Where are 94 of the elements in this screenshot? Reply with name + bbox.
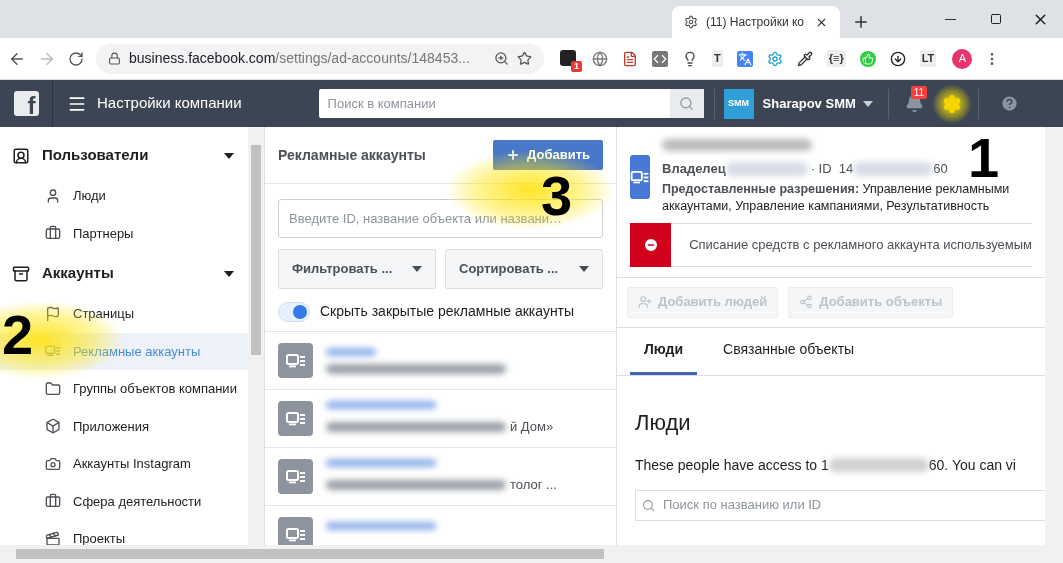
dropdown-button[interactable]: Фильтровать ... (278, 249, 436, 289)
access-text: 60. You can vi (928, 455, 1016, 475)
person-icon (45, 187, 61, 204)
lock-icon (108, 52, 121, 65)
tab-title: (11) Настройки ко (706, 14, 804, 31)
extension-icon[interactable]: T (712, 50, 723, 67)
account-description: й Дом» (510, 417, 554, 436)
sidebar-scrollbar[interactable] (248, 127, 265, 545)
caret-icon (412, 266, 422, 272)
new-tab-icon[interactable] (852, 13, 870, 31)
lightbulb-icon[interactable] (682, 50, 698, 67)
gear-icon[interactable] (766, 50, 783, 67)
search-icon (679, 96, 695, 111)
flag-icon (45, 305, 61, 322)
help-icon[interactable] (999, 94, 1019, 113)
extension-icon[interactable]: LT (919, 50, 937, 67)
tab-favicon-icon (684, 15, 698, 29)
nodes-icon (799, 295, 814, 309)
account-row[interactable]: й Дом» (265, 390, 616, 448)
horizontal-scrollbar[interactable] (0, 545, 1063, 563)
minimize-icon (945, 18, 956, 20)
page-scrollbar[interactable] (1045, 127, 1063, 545)
section-heading: Люди (635, 408, 692, 437)
archive-icon (12, 264, 30, 283)
briefcase-icon (45, 225, 61, 242)
folder-icon (45, 380, 61, 397)
clapperboard-icon (45, 530, 61, 545)
thumbs-up-icon[interactable] (859, 50, 876, 67)
code-icon[interactable] (652, 50, 668, 67)
ad-account-icon (630, 170, 650, 184)
panel-title: Рекламные аккаунты (278, 145, 426, 165)
search-icon (642, 498, 655, 512)
extension-icon[interactable]: {≡} (826, 50, 846, 67)
account-description: толог ... (510, 475, 557, 494)
sidebar-item[interactable]: Приложения (0, 407, 248, 445)
download-icon[interactable] (889, 50, 906, 67)
permissions-text: Предоставленные разрешения: Управление рекламными аккаунтами, Управление кампаниями, Результативность (662, 180, 1011, 215)
account-id-prefix: · ID 14 (810, 160, 854, 178)
briefcase-icon (45, 493, 61, 510)
sidebar-item[interactable]: Группы объектов компании (0, 370, 248, 408)
ad-account-icon (285, 411, 306, 426)
sidebar-item[interactable]: Люди (0, 177, 248, 215)
search-button[interactable] (669, 89, 704, 118)
tab[interactable]: Связанные объекты (709, 327, 869, 375)
dropdown-button[interactable]: Сортировать ... (445, 249, 603, 289)
facebook-logo[interactable]: f (13, 91, 39, 116)
page-title: Настройки компании (97, 93, 242, 114)
sidebar-item[interactable]: Партнеры (0, 214, 248, 252)
expand-caret-icon (224, 152, 234, 159)
account-id-suffix: 60 (933, 160, 948, 178)
account-row[interactable]: толог ... (265, 448, 616, 506)
zoom-icon[interactable] (494, 51, 509, 66)
users-icon (12, 146, 30, 165)
notification-count: 11 (910, 86, 928, 99)
profile-avatar[interactable]: A (952, 48, 973, 69)
toggle-switch[interactable] (278, 301, 310, 322)
camera-icon (45, 455, 61, 472)
url-text: business.facebook.com/settings/ad-accounts/148453... (129, 49, 470, 68)
add-person-icon (638, 295, 652, 309)
sidebar-item[interactable]: Сфера деятельности (0, 482, 248, 520)
toggle-label: Скрыть закрытые рекламные аккаунты (320, 302, 575, 321)
sidebar-section-header[interactable]: Пользователи (0, 137, 248, 174)
tab[interactable]: Люди (630, 327, 698, 375)
document-icon[interactable] (622, 50, 638, 67)
browser-tab[interactable]: (11) Настройки ко (672, 6, 840, 38)
ad-account-icon (285, 353, 306, 368)
address-field[interactable]: business.facebook.com/settings/ad-accounts/148453... (96, 43, 544, 74)
ad-account-icon (285, 527, 306, 542)
caret-icon (579, 266, 589, 272)
sidebar-item[interactable]: Проекты (0, 520, 248, 545)
ad-account-icon (45, 345, 61, 358)
owner-label: Владелец (662, 160, 726, 178)
pipette-icon[interactable] (796, 50, 813, 67)
plus-icon (506, 148, 521, 162)
ad-account-icon (285, 469, 306, 484)
cube-icon (45, 418, 61, 435)
sidebar-section-header[interactable]: Аккаунты (0, 255, 248, 292)
translate-icon[interactable] (736, 50, 753, 67)
reload-icon[interactable] (68, 50, 84, 67)
maximize-icon (989, 13, 1002, 25)
settings-icon[interactable] (941, 93, 962, 114)
bookmark-star-icon[interactable] (517, 51, 532, 66)
extension-badge: 1 (571, 60, 582, 72)
access-text: These people have access to 1 (635, 455, 829, 475)
extension-icon[interactable] (560, 49, 576, 66)
alert-text: Списание средств с рекламного аккаунта используемым (689, 235, 1032, 254)
sidebar-item[interactable]: Аккаунты Instagram (0, 445, 248, 483)
add-button[interactable]: Добавить (493, 140, 603, 170)
globe-icon[interactable] (592, 50, 608, 67)
account-caret-icon (862, 100, 873, 107)
blocked-icon (642, 236, 659, 253)
expand-caret-icon (224, 270, 234, 277)
account-name[interactable]: Sharapov SMM (762, 93, 856, 114)
blurred-text (326, 347, 376, 356)
